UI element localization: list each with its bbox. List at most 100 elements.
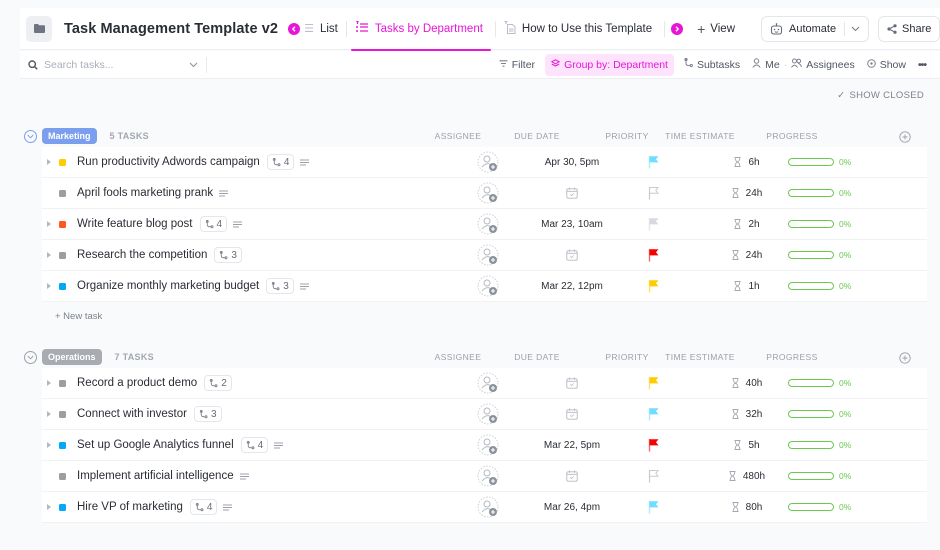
time-estimate[interactable]: 24h — [707, 250, 787, 261]
due-date[interactable] — [517, 249, 627, 261]
add-column-icon[interactable] — [899, 351, 911, 364]
me-button[interactable]: Me — [746, 54, 786, 76]
column-header-progress[interactable]: PROGRESS — [761, 352, 823, 362]
subtask-count-badge[interactable]: 3 — [214, 247, 242, 263]
table-row[interactable]: Research the competition 3 24h 0% — [42, 240, 927, 271]
add-view-button[interactable]: + View — [691, 21, 741, 37]
table-row[interactable]: Organize monthly marketing budget 3 Mar 22… — [42, 271, 927, 302]
table-row[interactable]: April fools marketing prank 24h 0% — [42, 178, 927, 209]
collapse-group-button[interactable] — [24, 350, 37, 364]
time-estimate[interactable]: 1h — [707, 281, 787, 292]
task-name-text[interactable]: Hire VP of marketing — [77, 501, 183, 513]
subtask-count-badge[interactable]: 4 — [189, 499, 218, 515]
task-name-text[interactable]: Set up Google Analytics funnel — [77, 439, 234, 451]
expand-caret-icon[interactable] — [47, 252, 51, 258]
column-header-progress[interactable]: PROGRESS — [761, 131, 823, 141]
add-assignee-icon[interactable] — [477, 434, 499, 456]
table-row[interactable]: Run productivity Adwords campaign 4 Apr 30… — [42, 147, 927, 178]
due-date[interactable]: Mar 22, 5pm — [517, 440, 627, 451]
due-date[interactable] — [517, 187, 627, 199]
add-column-icon[interactable] — [899, 130, 911, 143]
column-header-time-estimate[interactable]: TIME ESTIMATE — [660, 352, 740, 362]
chevron-down-icon[interactable] — [851, 26, 860, 32]
add-assignee-icon[interactable] — [477, 213, 499, 235]
time-estimate[interactable]: 5h — [707, 440, 787, 451]
automate-button[interactable]: Automate — [761, 15, 870, 42]
scroll-tabs-right-button[interactable] — [671, 22, 684, 35]
task-name-text[interactable]: Implement artificial intelligence — [77, 470, 234, 482]
group-by-button[interactable]: Group by: Department — [545, 53, 674, 76]
status-indicator[interactable] — [59, 158, 66, 166]
subtask-count-badge[interactable]: 2 — [204, 375, 232, 391]
subtask-count-badge[interactable]: 4 — [266, 154, 295, 170]
priority-flag-icon[interactable] — [647, 279, 661, 293]
task-name[interactable]: Implement artificial intelligence — [77, 470, 249, 482]
due-date[interactable]: Mar 23, 10am — [517, 219, 627, 230]
task-name[interactable]: Record a product demo 2 — [77, 375, 232, 391]
task-name[interactable]: April fools marketing prank — [77, 187, 229, 199]
add-assignee-icon[interactable] — [477, 244, 499, 266]
task-name[interactable]: Organize monthly marketing budget 3 — [77, 278, 309, 294]
priority-flag-icon[interactable] — [647, 500, 661, 514]
status-indicator[interactable] — [59, 472, 66, 480]
tab-list[interactable]: ☰ List — [300, 8, 346, 50]
add-assignee-icon[interactable] — [477, 465, 499, 487]
time-estimate[interactable]: 24h — [707, 188, 787, 199]
expand-caret-icon[interactable] — [47, 159, 51, 165]
calendar-icon[interactable] — [566, 408, 578, 420]
status-indicator[interactable] — [59, 503, 66, 511]
status-indicator[interactable] — [59, 410, 66, 418]
status-indicator[interactable] — [59, 379, 66, 387]
task-name-text[interactable]: Record a product demo — [77, 377, 197, 389]
due-date[interactable] — [517, 408, 627, 420]
task-name-text[interactable]: Run productivity Adwords campaign — [77, 156, 260, 168]
table-row[interactable]: Record a product demo 2 40h 0% — [42, 368, 927, 399]
scroll-tabs-left-button[interactable] — [288, 22, 301, 35]
status-indicator[interactable] — [59, 282, 66, 290]
time-estimate[interactable]: 480h — [707, 471, 787, 482]
task-name[interactable]: Connect with investor 3 — [77, 406, 222, 422]
table-row[interactable]: Write feature blog post 4 Mar 23, 10am 2h 0% — [42, 209, 927, 240]
subtask-count-badge[interactable]: 4 — [199, 216, 228, 232]
tab-tasks-by-department[interactable]: Tasks by Department — [347, 8, 491, 51]
calendar-icon[interactable] — [566, 377, 578, 389]
add-assignee-icon[interactable] — [477, 182, 499, 204]
table-row[interactable]: Hire VP of marketing 4 Mar 26, 4pm 80h 0% — [42, 492, 927, 523]
due-date[interactable]: Apr 30, 5pm — [517, 157, 627, 168]
expand-caret-icon[interactable] — [47, 442, 51, 448]
expand-caret-icon[interactable] — [47, 380, 51, 386]
task-name-text[interactable]: April fools marketing prank — [77, 187, 213, 199]
due-date[interactable]: Mar 26, 4pm — [517, 502, 627, 513]
priority-flag-icon[interactable] — [647, 469, 661, 483]
filter-button[interactable]: Filter — [493, 54, 541, 76]
priority-flag-icon[interactable] — [647, 217, 661, 231]
task-name[interactable]: Run productivity Adwords campaign 4 — [77, 154, 310, 170]
column-header-assignee[interactable]: ASSIGNEE — [427, 352, 489, 362]
add-assignee-icon[interactable] — [477, 372, 499, 394]
folder-icon[interactable] — [26, 15, 52, 42]
priority-flag-icon[interactable] — [647, 248, 661, 262]
more-options-button[interactable]: ••• — [912, 54, 932, 76]
due-date[interactable] — [517, 470, 627, 482]
status-indicator[interactable] — [59, 189, 66, 197]
tab-how-to-use[interactable]: How to Use this Template — [496, 8, 660, 50]
column-header-time-estimate[interactable]: TIME ESTIMATE — [660, 131, 740, 141]
group-name-badge[interactable]: Marketing — [42, 128, 97, 144]
task-name-text[interactable]: Organize monthly marketing budget — [77, 280, 259, 292]
calendar-icon[interactable] — [566, 470, 578, 482]
column-header-assignee[interactable]: ASSIGNEE — [427, 131, 489, 141]
priority-flag-icon[interactable] — [647, 438, 661, 452]
group-name-badge[interactable]: Operations — [42, 349, 102, 365]
expand-caret-icon[interactable] — [47, 411, 51, 417]
priority-flag-icon[interactable] — [647, 186, 661, 200]
collapse-group-button[interactable] — [24, 129, 37, 143]
task-name[interactable]: Set up Google Analytics funnel 4 — [77, 437, 284, 453]
expand-caret-icon[interactable] — [47, 283, 51, 289]
task-name-text[interactable]: Connect with investor — [77, 408, 187, 420]
column-header-due-date[interactable]: DUE DATE — [502, 352, 572, 362]
expand-caret-icon[interactable] — [47, 221, 51, 227]
add-assignee-icon[interactable] — [477, 151, 499, 173]
new-task-button[interactable]: + New task — [55, 311, 102, 322]
time-estimate[interactable]: 80h — [707, 502, 787, 513]
status-indicator[interactable] — [59, 441, 66, 449]
